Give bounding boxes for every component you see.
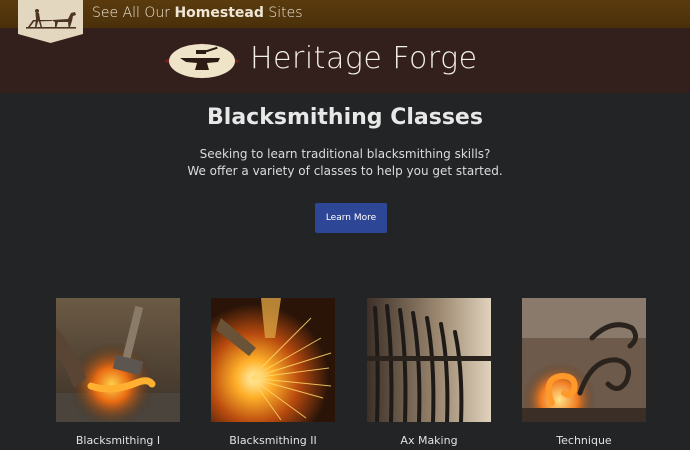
top-bar: See All Our Homestead Sites [0,0,690,28]
hero-text-line-2: We offer a variety of classes to help yo… [187,164,503,178]
class-card-ax-making[interactable]: Ax Making [367,298,491,447]
homestead-link-highlight: Homestead [174,5,264,21]
anvil-hammer-icon[interactable] [160,40,244,82]
class-image-grinding-sparks[interactable] [211,298,335,422]
homestead-link-suffix: Sites [263,5,303,21]
hero-text-line-1: Seeking to learn traditional blacksmithi… [199,147,491,161]
class-label[interactable]: Blacksmithing I [56,434,180,447]
class-card-blacksmithing-1[interactable]: Blacksmithing I [56,298,180,447]
plow-horse-icon[interactable] [18,0,83,43]
class-image-scroll-in-fire[interactable] [522,298,646,422]
class-label[interactable]: Technique [522,434,646,447]
brand-band: Heritage Forge [0,28,690,93]
page-title: Blacksmithing Classes [207,105,483,130]
class-label[interactable]: Ax Making [367,434,491,447]
class-image-hammer-on-hot-iron[interactable] [56,298,180,422]
class-card-blacksmithing-2[interactable]: Blacksmithing II [211,298,335,447]
class-card-technique[interactable]: Technique [522,298,646,447]
homestead-sites-link[interactable]: See All Our Homestead Sites [92,5,303,21]
class-label[interactable]: Blacksmithing II [211,434,335,447]
class-image-tongs-rack[interactable] [367,298,491,422]
learn-more-button[interactable]: Learn More [315,203,387,233]
brand-name[interactable]: Heritage Forge [250,41,478,76]
homestead-link-prefix: See All Our [92,5,175,21]
